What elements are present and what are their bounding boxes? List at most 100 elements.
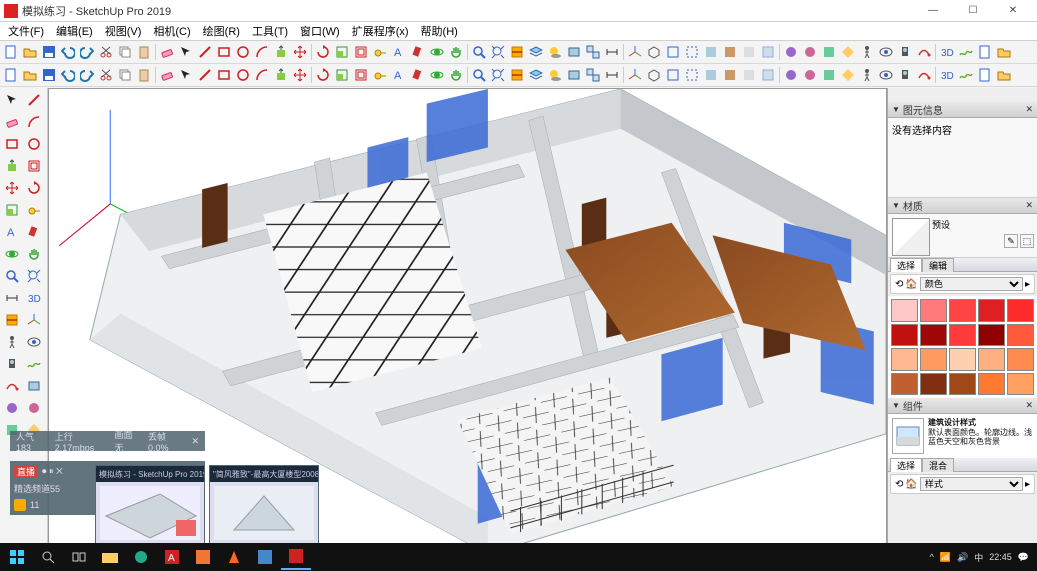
tb-tbrow1-42-plugin3-icon[interactable]: [820, 43, 838, 61]
swatch-10[interactable]: [891, 348, 918, 371]
swatch-7[interactable]: [949, 324, 976, 347]
swatch-2[interactable]: [949, 299, 976, 322]
tb-tbrow1-51-open-icon[interactable]: [995, 43, 1013, 61]
tb-tbrow2-18-offset-icon[interactable]: [352, 66, 370, 84]
tool-offset-icon[interactable]: [24, 156, 44, 176]
tb-tbrow2-45-look-icon[interactable]: [877, 66, 895, 84]
tool-paint-icon[interactable]: [24, 222, 44, 242]
tb-tbrow1-50-new-icon[interactable]: [976, 43, 994, 61]
tb-tbrow1-43-plugin4-icon[interactable]: [839, 43, 857, 61]
menu-camera[interactable]: 相机(C): [147, 22, 196, 41]
tb-tbrow1-17-scale-icon[interactable]: [333, 43, 351, 61]
swatch-9[interactable]: [1007, 324, 1034, 347]
tb-tbrow1-39-xray-icon[interactable]: [759, 43, 777, 61]
tray-vol-icon[interactable]: 🔊: [957, 552, 968, 563]
tb-tbrow2-51-open-icon[interactable]: [995, 66, 1013, 84]
tb-tbrow2-37-tex-icon[interactable]: [721, 66, 739, 84]
tray-time[interactable]: 22:45: [989, 552, 1012, 562]
tb-tbrow2-49-sandbox-icon[interactable]: [957, 66, 975, 84]
swatch-16[interactable]: [920, 373, 947, 396]
tool-text-icon[interactable]: A: [2, 222, 22, 242]
menu-tools[interactable]: 工具(T): [246, 22, 294, 41]
tb-tbrow2-10-line-icon[interactable]: [196, 66, 214, 84]
tool-dim-icon[interactable]: [2, 288, 22, 308]
styles-tab-mix[interactable]: 混合: [922, 458, 954, 472]
sample-material-icon[interactable]: ⬚: [1020, 234, 1034, 248]
tb-tbrow2-3-undo-icon[interactable]: [59, 66, 77, 84]
tool-push-icon[interactable]: [2, 156, 22, 176]
tb-tbrow2-35-hidden-icon[interactable]: [683, 66, 701, 84]
tb-tbrow1-24-zoom-icon[interactable]: [470, 43, 488, 61]
tb-tbrow1-6-copy-icon[interactable]: [116, 43, 134, 61]
tb-tbrow1-3-undo-icon[interactable]: [59, 43, 77, 61]
tool-rect-icon[interactable]: [2, 134, 22, 154]
swatch-13[interactable]: [978, 348, 1005, 371]
tb-tbrow1-15-move-icon[interactable]: [291, 43, 309, 61]
tool-plugin2-icon[interactable]: [24, 398, 44, 418]
swatch-17[interactable]: [949, 373, 976, 396]
app-edge-icon[interactable]: [126, 544, 156, 570]
tb-tbrow2-33-iso-icon[interactable]: [645, 66, 663, 84]
tb-tbrow1-8-erase-icon[interactable]: [158, 43, 176, 61]
tb-tbrow1-12-circle-icon[interactable]: [234, 43, 252, 61]
tb-tbrow2-48-3dtext-icon[interactable]: 3D: [938, 66, 956, 84]
tb-tbrow2-22-orbit-icon[interactable]: [428, 66, 446, 84]
app-wps-icon[interactable]: [188, 544, 218, 570]
tb-tbrow2-34-wire-icon[interactable]: [664, 66, 682, 84]
tool-walk-icon[interactable]: [2, 332, 22, 352]
search-icon[interactable]: [33, 544, 63, 570]
swatch-3[interactable]: [978, 299, 1005, 322]
swatch-6[interactable]: [920, 324, 947, 347]
tb-tbrow2-50-new-icon[interactable]: [976, 66, 994, 84]
tb-tbrow1-9-select-icon[interactable]: [177, 43, 195, 61]
tb-tbrow2-6-copy-icon[interactable]: [116, 66, 134, 84]
tool-axes-icon[interactable]: [24, 310, 44, 330]
swatch-14[interactable]: [1007, 348, 1034, 371]
tb-tbrow2-40-plugin-icon[interactable]: [782, 66, 800, 84]
tb-tbrow1-47-follow-icon[interactable]: [915, 43, 933, 61]
tb-tbrow1-26-section-icon[interactable]: [508, 43, 526, 61]
tb-tbrow1-4-redo-icon[interactable]: [78, 43, 96, 61]
tb-tbrow2-13-arc-icon[interactable]: [253, 66, 271, 84]
tb-tbrow2-8-erase-icon[interactable]: [158, 66, 176, 84]
menu-draw[interactable]: 绘图(R): [197, 22, 246, 41]
tb-tbrow1-45-look-icon[interactable]: [877, 43, 895, 61]
tb-tbrow2-5-cut-icon[interactable]: [97, 66, 115, 84]
tb-tbrow2-27-layers-icon[interactable]: [527, 66, 545, 84]
tb-tbrow1-0-new-icon[interactable]: [2, 43, 20, 61]
tb-tbrow2-2-save-icon[interactable]: [40, 66, 58, 84]
tb-tbrow2-11-rect-icon[interactable]: [215, 66, 233, 84]
tb-tbrow2-23-pan-icon[interactable]: [447, 66, 465, 84]
tb-tbrow1-23-pan-icon[interactable]: [447, 43, 465, 61]
tb-tbrow2-31-dim-icon[interactable]: [603, 66, 621, 84]
tb-tbrow1-20-text-icon[interactable]: A: [390, 43, 408, 61]
tb-tbrow2-21-paint-icon[interactable]: [409, 66, 427, 84]
tb-tbrow2-7-paste-icon[interactable]: [135, 66, 153, 84]
tb-tbrow2-0-new-icon[interactable]: [2, 66, 20, 84]
components-header[interactable]: ▼组件✕: [888, 398, 1037, 414]
tb-tbrow2-29-component-icon[interactable]: [565, 66, 583, 84]
swatch-4[interactable]: [1007, 299, 1034, 322]
task-thumb-1[interactable]: 模拟练习 - SketchUp Pro 2019: [95, 465, 205, 543]
swatch-1[interactable]: [920, 299, 947, 322]
menu-help[interactable]: 帮助(H): [415, 22, 464, 41]
tool-follow-icon[interactable]: [2, 376, 22, 396]
close-button[interactable]: ✕: [993, 0, 1033, 22]
tb-tbrow1-27-layers-icon[interactable]: [527, 43, 545, 61]
tool-3dtext-icon[interactable]: 3D: [24, 288, 44, 308]
tool-pan-icon[interactable]: [24, 244, 44, 264]
swatch-12[interactable]: [949, 348, 976, 371]
tool-tape-icon[interactable]: [24, 200, 44, 220]
tb-tbrow1-18-offset-icon[interactable]: [352, 43, 370, 61]
tb-tbrow1-34-wire-icon[interactable]: [664, 43, 682, 61]
tool-plugin-icon[interactable]: [2, 398, 22, 418]
tb-tbrow2-46-position-icon[interactable]: [896, 66, 914, 84]
overlay-close-icon[interactable]: ✕: [191, 436, 199, 447]
tool-arc-icon[interactable]: [24, 112, 44, 132]
tb-tbrow1-37-tex-icon[interactable]: [721, 43, 739, 61]
tb-tbrow2-12-circle-icon[interactable]: [234, 66, 252, 84]
tb-tbrow1-31-dim-icon[interactable]: [603, 43, 621, 61]
tool-scale-icon[interactable]: [2, 200, 22, 220]
tb-tbrow2-19-tape-icon[interactable]: [371, 66, 389, 84]
detail-icon[interactable]: ▸: [1025, 279, 1030, 290]
